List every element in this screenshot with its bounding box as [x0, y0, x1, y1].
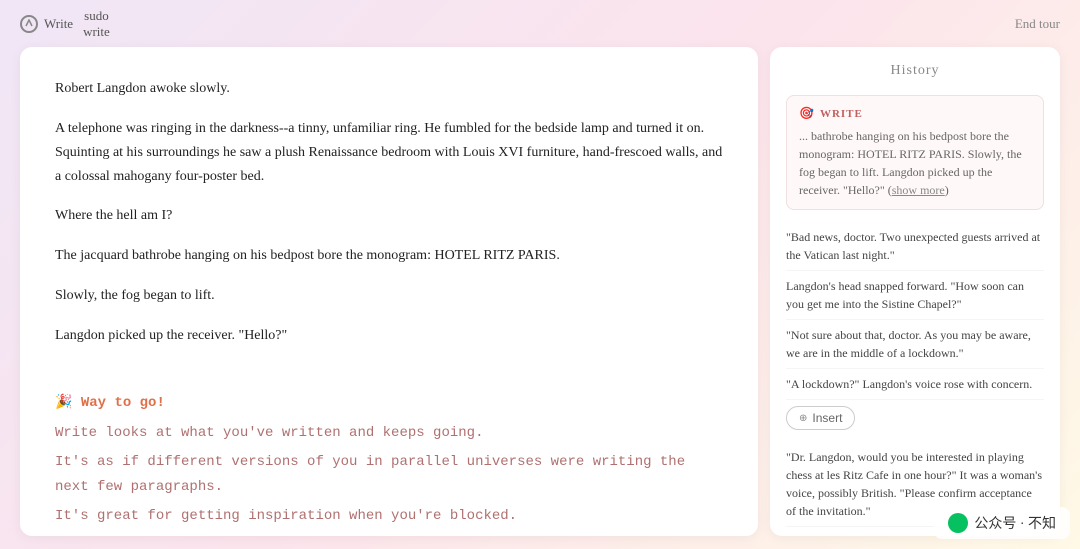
history-item-5: "Dr. Langdon, would you be interested in…: [786, 442, 1044, 527]
write-card-text: ... bathrobe hanging on his bedpost bore…: [799, 127, 1031, 199]
history-item-4: "A lockdown?" Langdon's voice rose with …: [786, 369, 1044, 400]
suggestion-line3: It's great for getting inspiration when …: [55, 504, 723, 529]
editor-panel[interactable]: Robert Langdon awoke slowly. A telephone…: [20, 47, 758, 536]
logo-text: sudo write: [83, 8, 110, 39]
insert-icon-1: ⊕: [799, 413, 807, 424]
write-tab-button[interactable]: Write: [44, 16, 73, 32]
logo-area: Write sudo write: [20, 8, 110, 39]
history-group-1: "Bad news, doctor. Two unexpected guests…: [786, 222, 1044, 430]
suggestion-heading: 🎉 Way to go!: [55, 394, 723, 411]
history-item-6: "Who is this?" Langdon asked, irritably.: [786, 527, 1044, 536]
write-tab-icon[interactable]: [20, 15, 38, 33]
suggestion-box: 🎉 Way to go! Write looks at what you've …: [55, 394, 723, 537]
paragraph-4: The jacquard bathrobe hanging on his bed…: [55, 244, 723, 268]
history-item-3: "Not sure about that, doctor. As you may…: [786, 320, 1044, 369]
history-group-2: "Dr. Langdon, would you be interested in…: [786, 442, 1044, 536]
suggestion-line2: It's as if different versions of you in …: [55, 450, 723, 500]
history-title: History: [786, 63, 1044, 79]
history-item-1: "Bad news, doctor. Two unexpected guests…: [786, 222, 1044, 271]
end-tour-button[interactable]: End tour: [1015, 16, 1060, 32]
insert-label-1: Insert: [812, 411, 842, 425]
paragraph-3: Where the hell am I?: [55, 204, 723, 228]
show-more-link[interactable]: show more: [892, 183, 945, 197]
write-card: 🎯 WRITE ... bathrobe hanging on his bedp…: [786, 95, 1044, 210]
paragraph-6: Langdon picked up the receiver. "Hello?": [55, 324, 723, 348]
paragraph-1: Robert Langdon awoke slowly.: [55, 77, 723, 101]
write-card-header: 🎯 WRITE: [799, 106, 1031, 121]
suggestion-line1: Write looks at what you've written and k…: [55, 421, 723, 446]
logo-line1: sudo: [83, 8, 110, 24]
paragraph-2: A telephone was ringing in the darkness-…: [55, 117, 723, 188]
history-item-2: Langdon's head snapped forward. "How soo…: [786, 271, 1044, 320]
target-icon: 🎯: [799, 106, 814, 121]
top-bar: Write sudo write End tour: [0, 0, 1080, 47]
editor-text: Robert Langdon awoke slowly. A telephone…: [55, 77, 723, 347]
insert-button-1[interactable]: ⊕ Insert: [786, 406, 855, 430]
right-panel: History 🎯 WRITE ... bathrobe hanging on …: [770, 47, 1060, 536]
paragraph-5: Slowly, the fog began to lift.: [55, 284, 723, 308]
logo-line2: write: [83, 24, 110, 40]
main-content: Robert Langdon awoke slowly. A telephone…: [0, 47, 1080, 546]
write-label: WRITE: [820, 108, 863, 120]
